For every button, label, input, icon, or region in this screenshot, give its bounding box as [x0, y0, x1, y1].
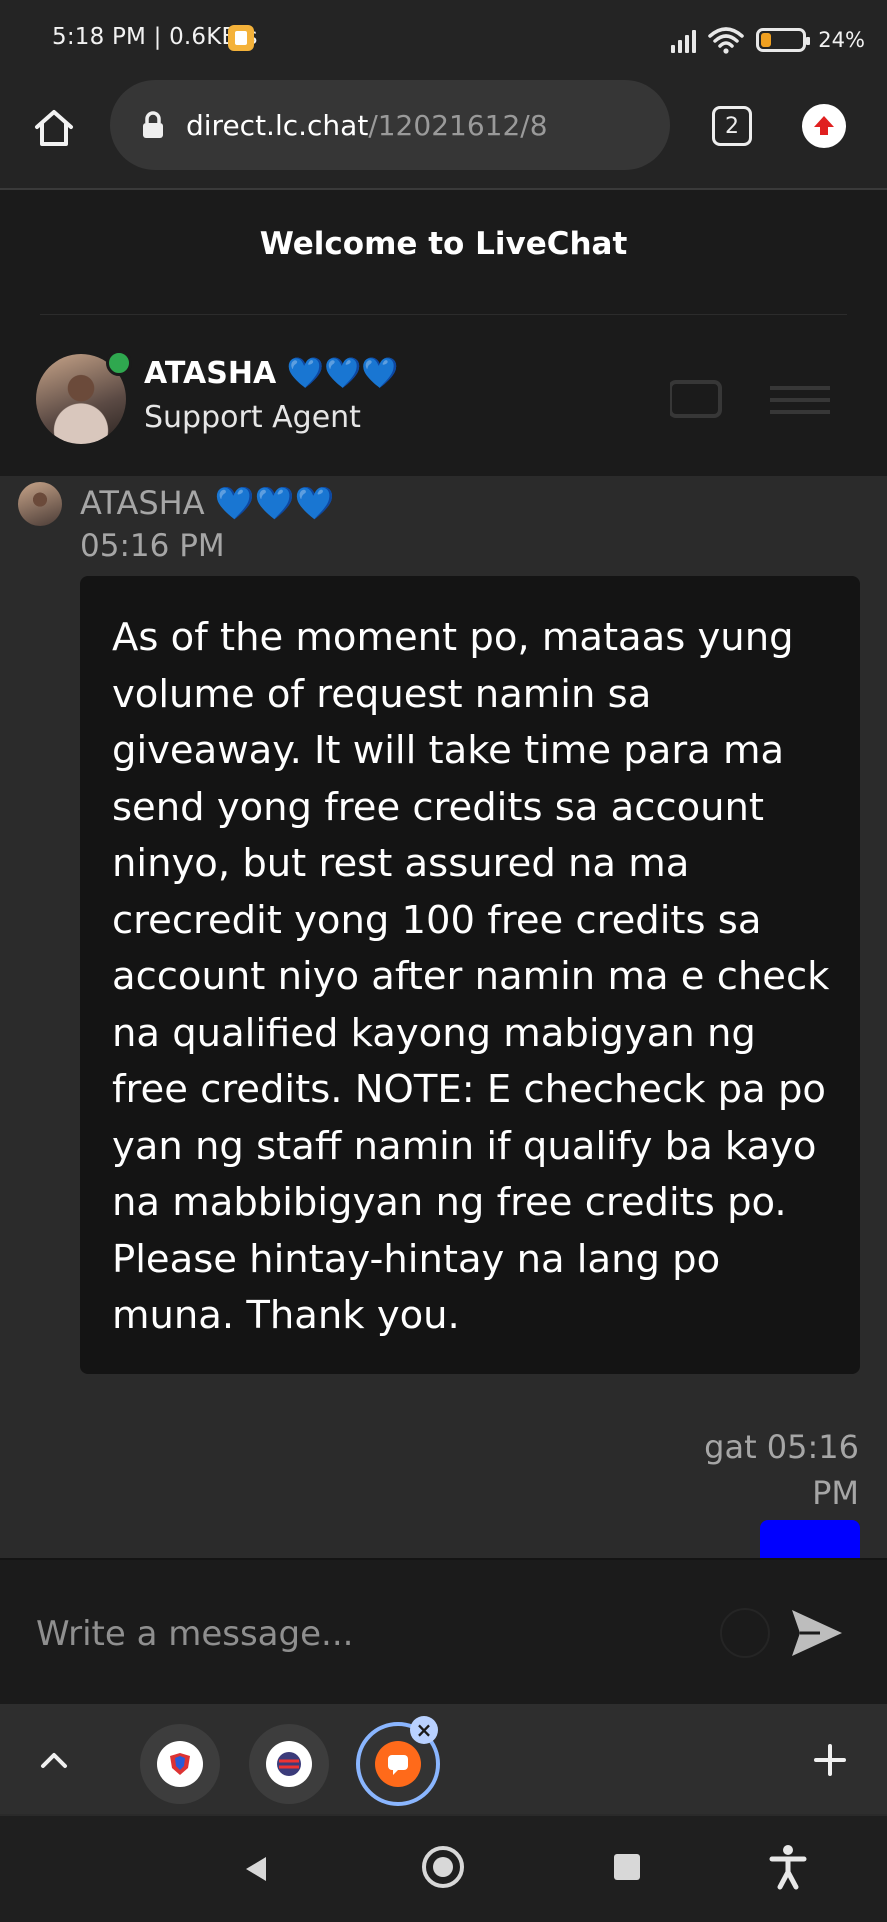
- sent-meta-line2: PM: [812, 1474, 859, 1512]
- send-button[interactable]: [788, 1606, 846, 1660]
- signal-icon: [671, 27, 697, 53]
- battery-level: [761, 33, 772, 47]
- sent-message-meta: gat 05:16 PM: [659, 1424, 859, 1516]
- home-icon[interactable]: [422, 1846, 464, 1888]
- online-status-dot: [106, 350, 132, 376]
- wifi-icon: [708, 27, 745, 54]
- home-button[interactable]: [28, 102, 80, 154]
- close-icon[interactable]: ×: [410, 1716, 438, 1744]
- message-composer: Write a message...: [0, 1558, 887, 1706]
- recents-icon[interactable]: [614, 1854, 640, 1880]
- browser-toolbar: direct.lc.chat/12021612/8 2: [0, 80, 887, 190]
- message-time: 05:16 PM: [80, 528, 225, 564]
- chat-header: Welcome to LiveChat ATASHA 💙💙💙 Support A…: [0, 190, 887, 476]
- tab-bubble-icon: [157, 1741, 203, 1787]
- notification-icon: [228, 25, 254, 51]
- tab-bubble-2[interactable]: [249, 1724, 329, 1804]
- accessibility-icon[interactable]: [768, 1844, 808, 1890]
- agent-name: ATASHA 💙💙💙: [144, 356, 399, 391]
- message-author: ATASHA 💙💙💙: [80, 484, 335, 522]
- header-actions-icon: [670, 380, 830, 418]
- update-arrow-icon: [814, 116, 834, 135]
- message-text: As of the moment po, mataas yung volume …: [112, 615, 830, 1338]
- tab-count: 2: [725, 113, 739, 139]
- status-bar: 5:18 PM | 0.6KB/s 24%: [0, 0, 887, 80]
- battery-percent: 24%: [818, 28, 865, 52]
- plus-icon[interactable]: [810, 1740, 850, 1780]
- sent-message-bubble: [760, 1520, 860, 1558]
- message-avatar: [18, 482, 62, 526]
- chevron-up-icon[interactable]: [34, 1740, 74, 1780]
- header-divider: [40, 314, 847, 315]
- tab-bubble-1[interactable]: [140, 1724, 220, 1804]
- update-button[interactable]: [802, 104, 846, 148]
- address-bar[interactable]: direct.lc.chat/12021612/8: [110, 80, 670, 170]
- lock-icon: [143, 111, 163, 138]
- chat-title: Welcome to LiveChat: [259, 226, 628, 262]
- system-navigation-bar: [0, 1814, 887, 1922]
- tab-switcher-button[interactable]: 2: [712, 106, 752, 146]
- agent-role: Support Agent: [144, 400, 361, 435]
- status-time: 5:18 PM | 0.6KB/s: [52, 24, 258, 50]
- message-input[interactable]: Write a message...: [36, 1614, 353, 1654]
- tab-bubble-icon: [266, 1741, 312, 1787]
- battery-icon: [756, 28, 811, 52]
- sent-meta-line1: gat 05:16: [704, 1428, 859, 1466]
- livechat-bubble-icon: [375, 1741, 421, 1787]
- clock: 5:18 PM: [52, 24, 147, 50]
- url-text: direct.lc.chat/12021612/8: [186, 108, 548, 142]
- message-list[interactable]: ATASHA 💙💙💙 05:16 PM As of the moment po,…: [0, 476, 887, 1558]
- tab-bubble-bar: ×: [0, 1704, 887, 1814]
- home-icon: [35, 110, 73, 146]
- back-icon[interactable]: [242, 1854, 272, 1884]
- agent-message-bubble: As of the moment po, mataas yung volume …: [80, 576, 860, 1374]
- status-indicators: 24%: [671, 22, 865, 58]
- emoji-icon[interactable]: [720, 1608, 770, 1658]
